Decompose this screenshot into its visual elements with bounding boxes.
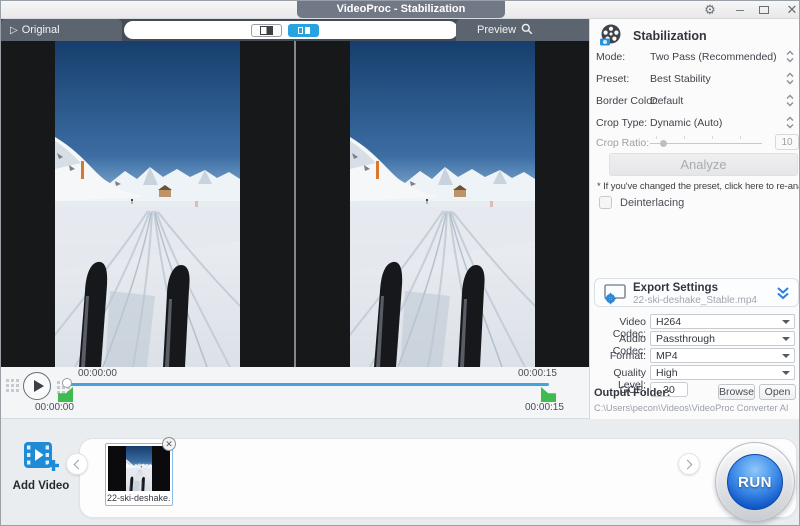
panel-title: Stabilization <box>633 29 707 43</box>
crop-type-select[interactable]: Dynamic (Auto) <box>650 117 722 129</box>
clip-thumbnail-image <box>108 446 170 491</box>
export-filename: 22-ski-deshake_Stable.mp4 <box>633 295 757 306</box>
run-button-bezel: RUN <box>715 442 795 522</box>
maximize-button[interactable] <box>755 2 773 18</box>
preset-label: Preset: <box>596 73 629 85</box>
timeline-track[interactable] <box>68 383 549 386</box>
clip-thumbnail[interactable]: 22-ski-deshake.m ✕ <box>105 443 173 506</box>
spinner-icon[interactable] <box>786 94 794 107</box>
deinterlacing-row: Deinterlacing <box>599 196 684 209</box>
export-settings-icon <box>602 283 628 305</box>
crop-type-label: Crop Type: <box>596 117 647 129</box>
mode-label: Mode: <box>596 51 625 63</box>
dropdown-caret-icon <box>782 371 790 375</box>
run-button[interactable]: RUN <box>727 454 783 510</box>
analyze-button[interactable]: Analyze <box>609 153 798 176</box>
spinner-icon[interactable] <box>786 50 794 63</box>
border-color-row: Border Color: Default <box>596 93 796 109</box>
add-video-label: Add Video <box>12 480 70 492</box>
compare-left-icon <box>298 27 303 34</box>
clip-name: 22-ski-deshake.m <box>107 493 171 503</box>
play-button[interactable] <box>23 372 51 400</box>
film-reel-icon <box>598 23 624 49</box>
dropdown-caret-icon <box>782 320 790 324</box>
preset-select[interactable]: Best Stability <box>650 73 711 85</box>
timeline-start-time: 00:00:00 <box>78 368 117 379</box>
dropdown-caret-icon <box>782 337 790 341</box>
frame-grid-icon-left[interactable] <box>6 379 19 392</box>
crop-ratio-slider-thumb[interactable] <box>660 140 667 147</box>
reanalyze-note: * If you've changed the preset, click he… <box>597 181 799 192</box>
add-video-icon <box>22 441 60 473</box>
border-color-select[interactable]: Default <box>650 95 683 107</box>
add-video-button[interactable]: Add Video <box>12 441 70 492</box>
audio-codec-select[interactable]: Passthrough <box>650 331 795 346</box>
scroll-right-button[interactable] <box>678 453 700 475</box>
settings-gear-icon[interactable]: ⚙ <box>701 2 719 18</box>
split-view-icon <box>260 26 273 35</box>
play-outline-icon: ▷ <box>10 25 18 36</box>
tab-preview[interactable]: Preview <box>456 19 589 41</box>
single-compare-view-button[interactable] <box>251 24 282 37</box>
close-button[interactable]: ✕ <box>783 2 800 18</box>
dropdown-caret-icon <box>782 354 790 358</box>
trim-end-time: 00:00:15 <box>525 402 564 413</box>
video-codec-row: Video Codec: H264 <box>590 314 800 329</box>
output-folder-path: C:\Users\pecon\Videos\VideoProc Converte… <box>594 403 788 413</box>
playhead[interactable] <box>62 378 72 388</box>
crop-type-row: Crop Type: Dynamic (Auto) <box>596 115 796 131</box>
trim-handle-end[interactable] <box>541 387 556 402</box>
timeline-strip: 00:00:00 00:00:15 00:00:00 00:00:15 <box>1 367 589 419</box>
output-folder-label: Output Folder: <box>594 387 670 399</box>
minimize-button[interactable]: – <box>731 2 749 18</box>
media-tray: Add Video 22-ski-deshake.m ✕ RUN <box>1 419 800 526</box>
window-title: VideoProc - Stabilization <box>297 1 505 18</box>
spinner-icon[interactable] <box>786 72 794 85</box>
clip-frame <box>126 446 152 491</box>
side-by-side-view-button[interactable] <box>288 24 319 37</box>
original-video-pane[interactable] <box>1 41 294 367</box>
open-button[interactable]: Open <box>759 384 796 400</box>
audio-codec-row: Audio Codec: Passthrough <box>590 331 800 346</box>
play-icon <box>34 380 44 392</box>
stabilized-video-pane[interactable] <box>296 41 589 367</box>
deinterlacing-checkbox[interactable] <box>599 196 612 209</box>
compare-right-icon <box>305 27 310 34</box>
clip-list-card <box>79 438 797 518</box>
original-video-frame <box>55 41 240 367</box>
format-row: Format: MP4 <box>590 348 800 363</box>
video-codec-select[interactable]: H264 <box>650 314 795 329</box>
format-label: Format: <box>590 350 646 362</box>
export-settings-card[interactable]: Export Settings 22-ski-deshake_Stable.mp… <box>594 278 799 307</box>
crop-ratio-label: Crop Ratio: <box>596 137 649 149</box>
scroll-left-button[interactable] <box>66 453 88 475</box>
timeline-end-time: 00:00:15 <box>518 368 557 379</box>
browse-button[interactable]: Browse <box>718 384 755 400</box>
tab-original[interactable]: ▷Original <box>1 19 122 41</box>
collapse-chevrons-icon[interactable] <box>776 286 790 300</box>
trim-start-time: 00:00:00 <box>35 402 74 413</box>
chevron-right-icon <box>683 460 693 470</box>
preview-toolbar: ▷Original Preview <box>1 19 589 41</box>
stabilized-video-frame <box>350 41 535 367</box>
format-select[interactable]: MP4 <box>650 348 795 363</box>
crop-ratio-row: Crop Ratio: 10 <box>590 134 800 152</box>
quality-level-select[interactable]: High <box>650 365 795 380</box>
quality-level-row: Quality Level: High <box>590 365 800 380</box>
crop-ratio-value[interactable]: 10 <box>775 134 799 150</box>
app-window: VideoProc - Stabilization ⚙ – ✕ ▷Origina… <box>0 0 800 526</box>
spinner-icon[interactable] <box>786 116 794 129</box>
magnifier-icon <box>521 23 533 35</box>
deinterlacing-label: Deinterlacing <box>620 197 684 209</box>
mode-select[interactable]: Two Pass (Recommended) <box>650 51 777 63</box>
view-mode-pill <box>124 21 458 39</box>
mode-row: Mode: Two Pass (Recommended) <box>596 49 796 65</box>
chevron-left-icon <box>74 460 84 470</box>
remove-clip-icon[interactable]: ✕ <box>162 437 176 451</box>
stabilization-panel: Stabilization Mode: Two Pass (Recommende… <box>589 19 800 425</box>
export-settings-title: Export Settings <box>633 282 718 294</box>
title-bar: VideoProc - Stabilization ⚙ – ✕ <box>1 1 799 19</box>
pane-divider <box>294 41 296 367</box>
preset-row: Preset: Best Stability <box>596 71 796 87</box>
